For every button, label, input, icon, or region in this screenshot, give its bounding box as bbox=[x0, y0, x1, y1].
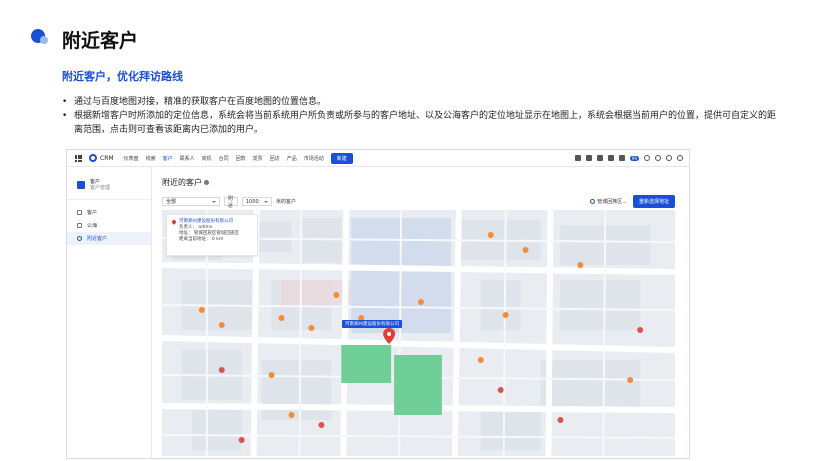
gear-icon[interactable] bbox=[655, 155, 661, 161]
notification-badge[interactable]: 99 bbox=[629, 155, 639, 161]
nav-item-payments[interactable]: 回款 bbox=[236, 155, 246, 162]
location-pin-icon bbox=[171, 219, 177, 225]
avatar[interactable] bbox=[677, 155, 683, 161]
bullet-item: 通过与百度地图对接，精准的获取客户在百度地图的位置信息。 bbox=[62, 95, 782, 109]
chevron-down-icon bbox=[212, 200, 216, 203]
help-icon[interactable] bbox=[204, 180, 209, 185]
distance-select[interactable]: 1000 bbox=[242, 197, 272, 206]
customer-module-icon bbox=[77, 181, 85, 189]
sidebar-item-label: 公海 bbox=[87, 223, 98, 229]
sidebar-item-public-sea[interactable]: 公海 bbox=[67, 219, 151, 232]
distance-unit-text: 米的客户 bbox=[276, 199, 297, 205]
customer-distance: 距离当前地址： 0 km bbox=[179, 237, 224, 242]
logo-icon bbox=[89, 154, 97, 162]
sidebar: 客户 客户管理 客户 公海 附近客户 bbox=[67, 167, 152, 458]
mail-icon[interactable] bbox=[574, 155, 581, 161]
logo-text: CRM bbox=[100, 154, 114, 162]
bullet-list: 通过与百度地图对接，精准的获取客户在百度地图的位置信息。 根据新增客户时所添加的… bbox=[62, 95, 782, 137]
phone-icon[interactable] bbox=[607, 155, 614, 161]
chevron-down-icon bbox=[264, 200, 268, 203]
choose-address-button[interactable]: 重新选择地址 bbox=[632, 195, 675, 208]
app-logo[interactable]: CRM bbox=[89, 154, 114, 162]
sidebar-item-customers[interactable]: 客户 bbox=[67, 206, 151, 219]
document-icon[interactable] bbox=[596, 155, 603, 161]
sidebar-item-label: 附近客户 bbox=[87, 236, 108, 242]
sidebar-subtitle: 客户管理 bbox=[90, 185, 111, 191]
customer-card[interactable]: 河南郑州建设股份有限公司 负责人： admin 地址： 管城回族区管城回族区 距… bbox=[166, 214, 258, 256]
main-content: 附近的客户 全部 附近 1000 米的客户 管城回族区... 重新选择地址 河南… bbox=[152, 167, 689, 458]
sidebar-header: 客户 客户管理 bbox=[67, 167, 151, 200]
nav-item-leads[interactable]: 线索 bbox=[146, 155, 156, 162]
help-icon[interactable] bbox=[666, 155, 672, 161]
customer-icon bbox=[77, 210, 82, 215]
message-icon[interactable] bbox=[618, 155, 625, 161]
nav-item-contacts[interactable]: 联系人 bbox=[180, 155, 195, 162]
current-location[interactable]: 管城回族区... bbox=[590, 198, 627, 205]
nav-item-invoices[interactable]: 发票 bbox=[253, 155, 263, 162]
new-button[interactable]: 新建 bbox=[330, 152, 353, 164]
target-icon bbox=[590, 199, 596, 204]
nav-item-opportunities[interactable]: 商机 bbox=[202, 155, 212, 162]
sidebar-item-nearby[interactable]: 附近客户 bbox=[67, 232, 151, 245]
slide: 附近客户 附近客户，优化拜访路线 通过与百度地图对接，精准的获取客户在百度地图的… bbox=[0, 0, 820, 461]
sidebar-item-label: 客户 bbox=[87, 210, 98, 216]
location-icon bbox=[77, 236, 82, 241]
location-tools: 管城回族区... 重新选择地址 bbox=[590, 195, 675, 208]
nav-item-visits[interactable]: 回访 bbox=[270, 155, 280, 162]
nav-item-dashboard[interactable]: 仪表盘 bbox=[124, 155, 139, 162]
title-bullet-icon bbox=[31, 29, 48, 44]
sea-icon bbox=[77, 223, 82, 228]
topbar-tools: 99 bbox=[574, 155, 689, 161]
nav-item-contracts[interactable]: 合同 bbox=[219, 155, 229, 162]
nav-item-customers[interactable]: 客户 bbox=[163, 155, 173, 162]
nearby-label: 附近 bbox=[224, 196, 238, 209]
slide-subtitle: 附近客户，优化拜访路线 bbox=[62, 70, 183, 83]
page-title: 附近的客户 bbox=[162, 177, 209, 188]
nav-item-products[interactable]: 产品 bbox=[287, 155, 297, 162]
apps-grid-icon[interactable] bbox=[75, 154, 82, 162]
bullet-item: 根据新增客户时所添加的定位信息，系统会将当前系统用户所负责或所参与的客户地址、以… bbox=[62, 109, 782, 137]
top-navbar: CRM 仪表盘 线索 客户 联系人 商机 合同 回款 发票 回访 产品 市场活动… bbox=[67, 150, 689, 167]
nav-item-marketing[interactable]: 市场活动 bbox=[304, 155, 324, 162]
crm-app-screenshot: CRM 仪表盘 线索 客户 联系人 商机 合同 回款 发票 回访 产品 市场活动… bbox=[66, 149, 690, 459]
scope-select[interactable]: 全部 bbox=[162, 197, 220, 206]
bell-icon[interactable] bbox=[644, 155, 650, 161]
slide-title: 附近客户 bbox=[62, 30, 139, 52]
calendar-icon[interactable] bbox=[585, 155, 592, 161]
map-view[interactable]: 河南郑州建设股份有限公司 负责人： admin 地址： 管城回族区管城回族区 距… bbox=[162, 210, 675, 456]
map-marker-label[interactable]: 河南郑州建设股份有限公司 bbox=[342, 320, 402, 328]
filter-bar: 全部 附近 1000 米的客户 bbox=[162, 196, 297, 209]
